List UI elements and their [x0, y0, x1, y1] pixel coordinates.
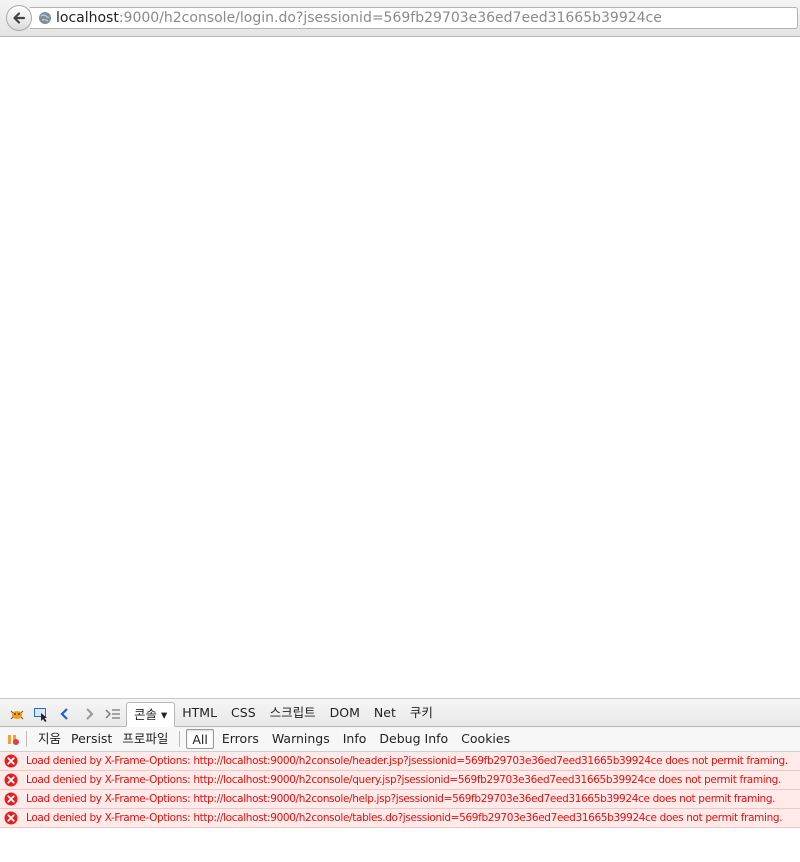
globe-icon	[39, 12, 51, 24]
tab-dom[interactable]: DOM	[323, 702, 367, 724]
firebug-panel: 콘솔 ▾ HTML CSS 스크립트 DOM Net 쿠키 지움 Persist 프로파일 …	[0, 698, 800, 862]
persist-button[interactable]: Persist	[66, 729, 117, 749]
log-row[interactable]: Load denied by X-Frame-Options: http://l…	[0, 752, 800, 771]
filter-warnings-button[interactable]: Warnings	[267, 729, 335, 749]
log-message: Load denied by X-Frame-Options: http://l…	[26, 774, 781, 786]
tab-css[interactable]: CSS	[224, 702, 263, 724]
tab-net[interactable]: Net	[367, 702, 403, 724]
address-bar[interactable]: localhost:9000/h2console/login.do?jsessi…	[30, 7, 798, 29]
toolbar-separator	[26, 731, 27, 747]
back-arrow-icon	[13, 12, 26, 24]
filter-all-button[interactable]: All	[186, 729, 214, 749]
firebug-bug-icon	[10, 710, 24, 720]
clear-button[interactable]: 지움	[33, 729, 66, 749]
console-toolbar: 지움 Persist 프로파일 All Errors Warnings Info Deb…	[0, 727, 800, 752]
back-button[interactable]	[6, 5, 32, 31]
browser-toolbar: localhost:9000/h2console/login.do?jsessi…	[0, 0, 800, 37]
command-line-icon	[105, 709, 120, 719]
log-message: Load denied by X-Frame-Options: http://l…	[26, 755, 788, 767]
filter-info-button[interactable]: Info	[338, 729, 372, 749]
profile-button[interactable]: 프로파일	[117, 729, 173, 749]
log-row[interactable]: Load denied by X-Frame-Options: http://l…	[0, 771, 800, 790]
inspect-element-icon	[34, 708, 47, 722]
log-message: Load denied by X-Frame-Options: http://l…	[26, 793, 776, 805]
log-message: Load denied by X-Frame-Options: http://l…	[26, 812, 783, 824]
log-row[interactable]: Load denied by X-Frame-Options: http://l…	[0, 790, 800, 809]
tab-cookies[interactable]: 쿠키	[403, 702, 440, 724]
filter-errors-button[interactable]: Errors	[217, 729, 264, 749]
error-icon	[4, 811, 18, 825]
chevron-left-icon	[60, 708, 68, 720]
url-host: localhost	[56, 10, 119, 26]
log-row[interactable]: Load denied by X-Frame-Options: http://l…	[0, 809, 800, 828]
nav-back-button[interactable]	[54, 702, 76, 726]
error-icon	[4, 773, 18, 787]
tab-html[interactable]: HTML	[175, 702, 224, 724]
command-line-button[interactable]	[102, 702, 124, 726]
nav-forward-button[interactable]	[78, 702, 100, 726]
page-content	[0, 38, 800, 698]
console-log: Load denied by X-Frame-Options: http://l…	[0, 752, 800, 828]
filter-cookies-button[interactable]: Cookies	[456, 729, 515, 749]
error-icon	[4, 792, 18, 806]
break-on-errors-icon[interactable]	[6, 732, 20, 746]
url-path: :9000/h2console/login.do?jsessionid=569f…	[118, 10, 662, 26]
toolbar-separator	[179, 731, 181, 747]
error-icon	[4, 754, 18, 768]
inspect-button[interactable]	[30, 702, 52, 726]
tab-console[interactable]: 콘솔 ▾	[126, 702, 176, 727]
chevron-right-icon	[86, 708, 94, 720]
filter-debug-info-button[interactable]: Debug Info	[374, 729, 453, 749]
firebug-tab-bar: 콘솔 ▾ HTML CSS 스크립트 DOM Net 쿠키	[0, 699, 800, 727]
tab-script[interactable]: 스크립트	[263, 702, 323, 724]
firebug-menu-button[interactable]	[6, 702, 28, 726]
